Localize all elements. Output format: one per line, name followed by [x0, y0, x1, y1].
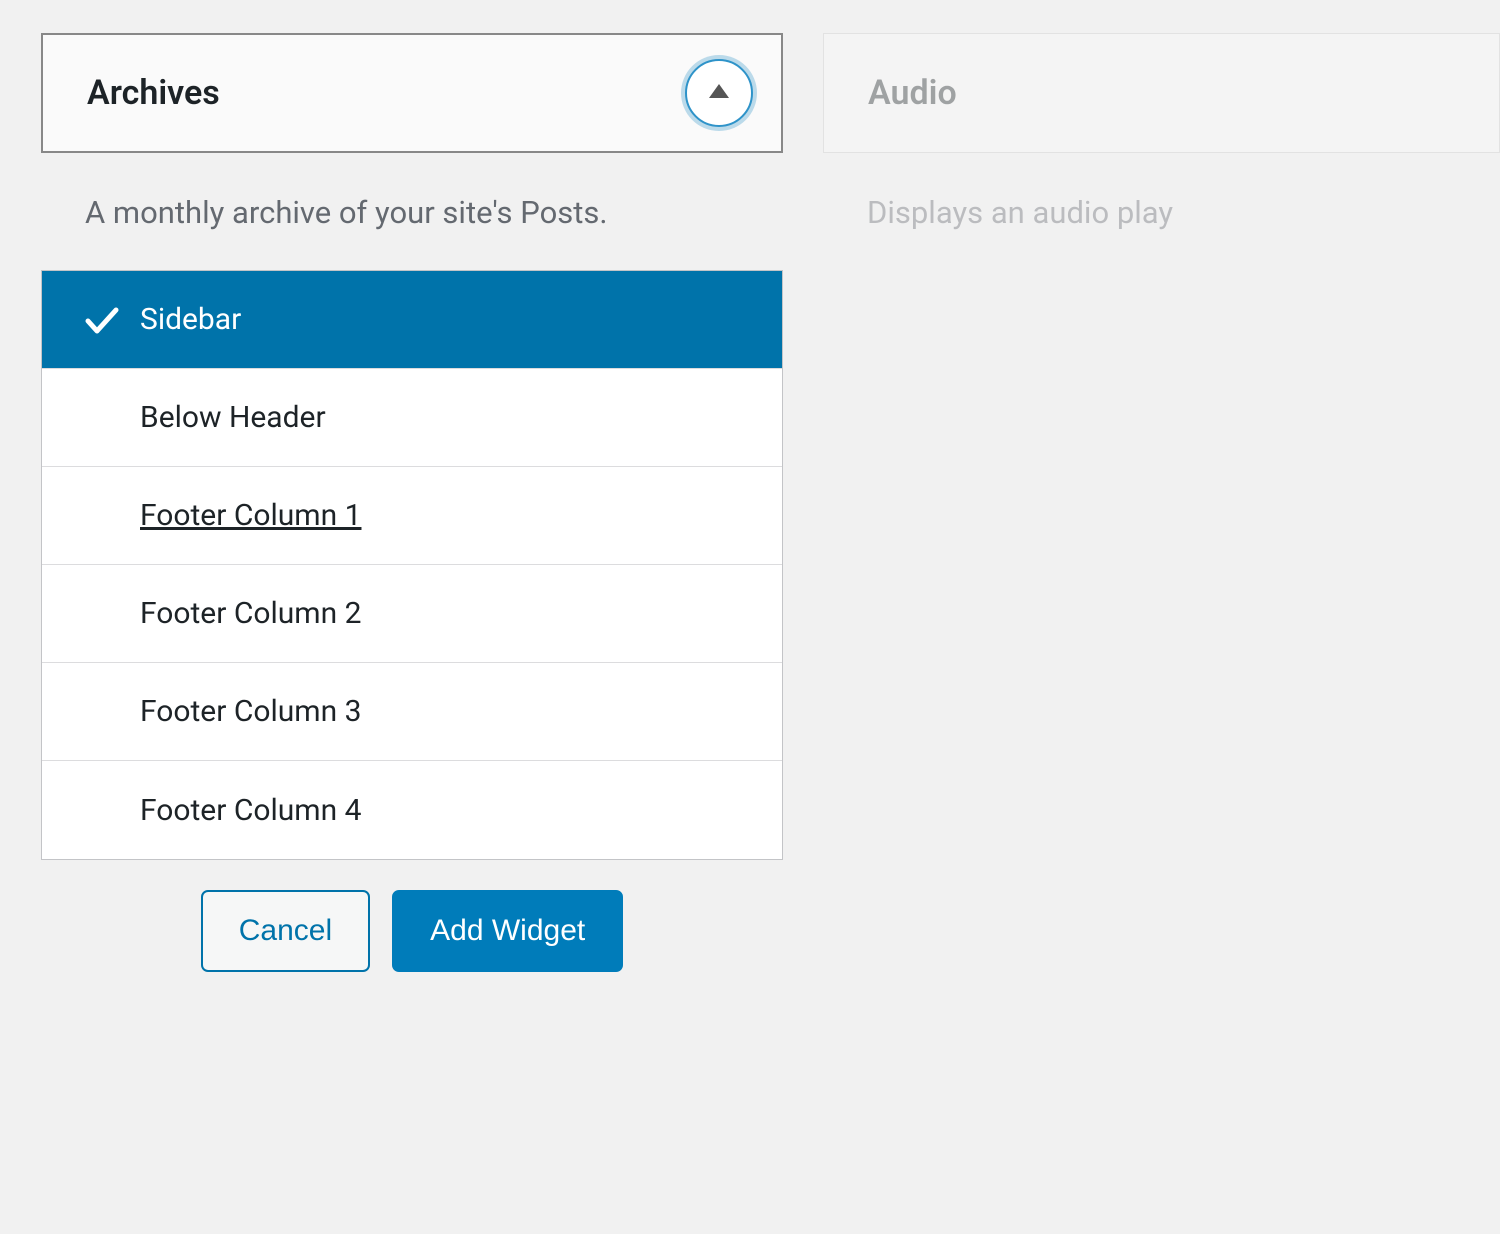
location-item-footer-2[interactable]: Footer Column 2 — [42, 565, 782, 663]
archives-title: Archives — [87, 73, 220, 113]
check-icon — [82, 300, 122, 340]
widget-location-list: Sidebar Below Header Footer Column 1 Foo… — [41, 270, 783, 860]
location-label: Footer Column 4 — [140, 793, 361, 828]
audio-description: Displays an audio play — [867, 191, 1500, 234]
location-item-footer-1[interactable]: Footer Column 1 — [42, 467, 782, 565]
collapse-toggle-button[interactable] — [685, 59, 753, 127]
audio-widget: Audio Displays an audio play — [823, 33, 1500, 972]
location-item-below-header[interactable]: Below Header — [42, 369, 782, 467]
archives-header[interactable]: Archives — [41, 33, 783, 153]
location-label: Sidebar — [140, 302, 241, 337]
location-item-footer-4[interactable]: Footer Column 4 — [42, 761, 782, 859]
location-label: Footer Column 3 — [140, 694, 361, 729]
audio-title: Audio — [868, 73, 957, 113]
location-label: Below Header — [140, 400, 326, 435]
audio-header[interactable]: Audio — [823, 33, 1500, 153]
action-button-row: Cancel Add Widget — [41, 890, 783, 972]
cancel-button[interactable]: Cancel — [201, 890, 370, 972]
location-label: Footer Column 1 — [140, 498, 361, 533]
location-label: Footer Column 2 — [140, 596, 361, 631]
archives-description: A monthly archive of your site's Posts. — [85, 191, 783, 234]
location-item-sidebar[interactable]: Sidebar — [42, 271, 782, 369]
triangle-up-icon — [708, 83, 730, 103]
archives-widget: Archives A monthly archive of your site'… — [41, 33, 783, 972]
add-widget-button[interactable]: Add Widget — [392, 890, 623, 972]
location-item-footer-3[interactable]: Footer Column 3 — [42, 663, 782, 761]
